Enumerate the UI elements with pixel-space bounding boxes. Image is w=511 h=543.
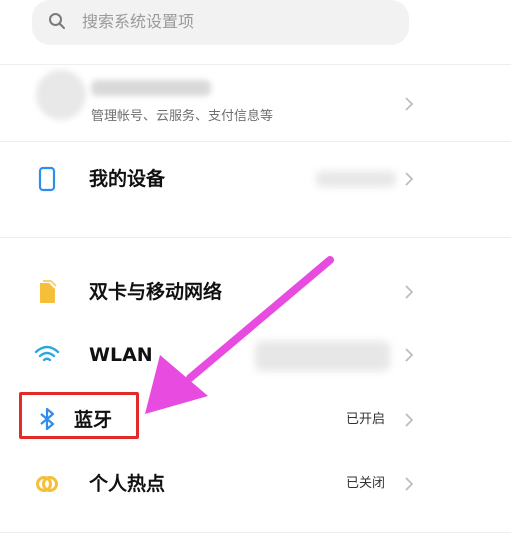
annotation-arrow [145, 256, 334, 414]
